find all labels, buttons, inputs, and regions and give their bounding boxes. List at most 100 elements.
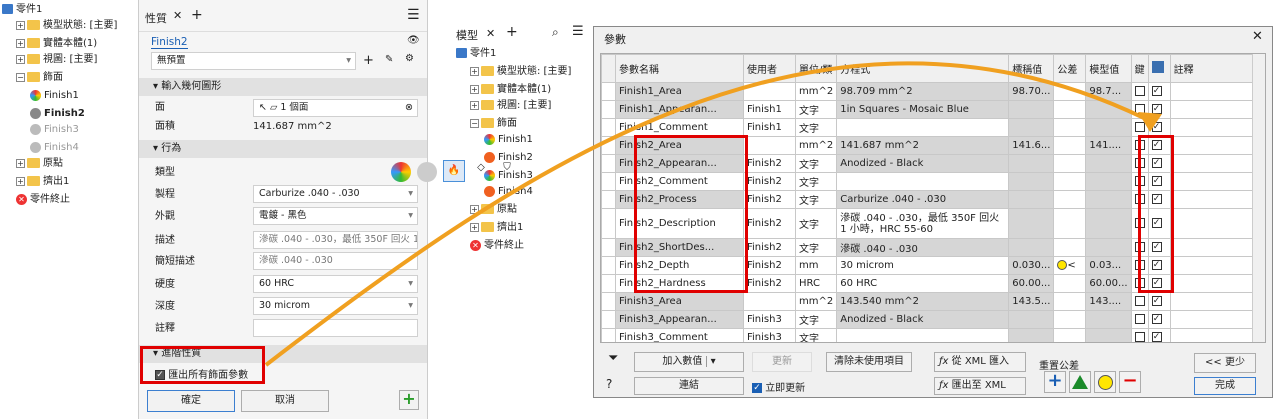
model-tree-item[interactable]: 零件1 [456,46,496,62]
param-key[interactable] [1130,100,1149,119]
table-row[interactable]: Finish3_Area mm^2 143.540 mm^2 143.5... 143.… [601,292,1255,311]
col-equation[interactable]: 方程式 [836,54,1010,83]
expand-icon[interactable]: + [16,54,25,64]
expand-icon[interactable]: + [16,20,25,30]
export-param-checkbox[interactable]: ✓ [1151,332,1162,342]
param-export[interactable]: ✓ [1147,328,1171,342]
param-tolerance[interactable] [1053,310,1087,329]
model-tree-item[interactable]: + 模型狀態: [主要] [470,64,571,80]
model-tree-item[interactable]: − 飾面 [470,116,517,132]
section-geometry[interactable]: ▾ 輸入幾何圖形 [139,78,427,96]
tolerance-nominal-icon[interactable] [1094,371,1116,393]
model-tree-item[interactable]: Finish4 [484,184,533,200]
tab-model[interactable]: 模型 [456,27,478,43]
tree-item[interactable]: − 飾面 [16,70,63,86]
param-equation[interactable]: 30 microm [836,256,1010,275]
section-behavior[interactable]: ▾ 行為 [139,140,427,158]
param-comment[interactable] [1169,154,1255,173]
face-selector[interactable]: ↖ ▱ 1 個面 ⊗ [253,99,418,117]
search-icon[interactable]: ⌕ [552,25,559,40]
param-key[interactable] [1130,118,1149,137]
add-model-tab-icon[interactable]: + [506,24,518,40]
expand-icon[interactable]: + [16,158,25,168]
key-checkbox[interactable] [1134,332,1145,342]
param-unit[interactable]: 文字 [794,238,838,257]
expand-icon[interactable]: − [16,72,25,82]
param-key[interactable] [1130,292,1149,311]
tolerance-lower-icon[interactable]: − [1119,371,1141,393]
description-field[interactable]: 滲碳 .040 - .030，最低 350F 回火 1 小 [253,231,418,249]
expand-icon[interactable]: + [470,66,479,76]
col-user[interactable]: 使用者 [743,54,796,83]
param-tolerance[interactable] [1053,100,1087,119]
col-name[interactable]: 參數名稱 [615,54,744,83]
param-equation[interactable]: Anodized - Black [836,154,1010,173]
expand-icon[interactable]: + [470,100,479,110]
param-comment[interactable] [1169,190,1255,209]
param-comment[interactable] [1169,100,1255,119]
grid-scrollbar[interactable] [1252,54,1265,342]
param-export[interactable]: ✓ [1147,100,1171,119]
param-key[interactable] [1130,328,1149,342]
tolerance-median-icon[interactable] [1069,371,1091,393]
done-button[interactable]: 完成 [1194,377,1256,395]
param-tolerance[interactable] [1053,238,1087,257]
model-tree-item[interactable]: + 視圖: [主要] [470,98,551,114]
tree-item[interactable]: Finish3 [30,122,79,138]
export-param-checkbox[interactable]: ✓ [1151,296,1162,306]
tree-item[interactable]: + 視圖: [主要] [16,52,97,68]
help-icon[interactable]: ? [606,377,612,391]
param-key[interactable] [1130,310,1149,329]
col-nominal[interactable]: 標稱值 [1008,54,1055,83]
tree-item[interactable]: ✕ 零件終止 [16,192,70,208]
param-tolerance[interactable] [1053,118,1087,137]
param-unit[interactable]: 文字 [794,172,838,191]
param-unit[interactable]: mm^2 [794,136,838,155]
table-row[interactable]: Finish1_Area mm^2 98.709 mm^2 98.70... 98.7.… [601,82,1255,101]
param-export[interactable]: ✓ [1147,118,1171,137]
param-unit[interactable]: 文字 [794,310,838,329]
tree-item[interactable]: + 擠出1 [16,174,69,190]
param-comment[interactable] [1169,238,1255,257]
tree-item[interactable]: Finish1 [30,88,79,104]
param-unit[interactable]: 文字 [794,208,838,239]
param-unit[interactable]: mm [794,256,838,275]
key-checkbox[interactable] [1134,104,1145,114]
dialog-close-icon[interactable]: ✕ [1252,29,1263,44]
col-tolerance[interactable]: 公差 [1053,54,1087,83]
export-param-checkbox[interactable]: ✓ [1151,86,1162,96]
col-export-icon[interactable] [1147,54,1171,83]
param-tolerance[interactable] [1053,328,1087,342]
param-unit[interactable]: mm^2 [794,292,838,311]
param-comment[interactable] [1169,82,1255,101]
table-row[interactable]: Finish1_Comment Finish1 文字 ✓ [601,118,1255,137]
param-equation[interactable] [836,172,1010,191]
comment-field[interactable] [253,319,418,337]
param-tolerance[interactable]: < [1053,256,1087,275]
param-name[interactable]: Finish3_Appearan... [615,310,744,329]
expand-icon[interactable]: + [16,176,25,186]
gear-icon[interactable]: ⚙ [405,53,414,64]
pipette-icon[interactable]: ✎ [385,54,393,65]
param-unit[interactable]: HRC [794,274,838,293]
param-tolerance[interactable] [1053,172,1087,191]
param-key[interactable] [1130,82,1149,101]
param-equation[interactable]: 98.709 mm^2 [836,82,1010,101]
col-unit[interactable]: 單位/類 [794,54,838,83]
model-tree-item[interactable]: + 實體本體(1) [470,82,551,98]
param-tolerance[interactable] [1053,82,1087,101]
param-export[interactable]: ✓ [1147,310,1171,329]
param-comment[interactable] [1169,208,1255,239]
expand-icon[interactable]: + [470,222,479,232]
depth-field[interactable]: 30 microm [253,297,418,315]
param-comment[interactable] [1169,328,1255,342]
param-comment[interactable] [1169,256,1255,275]
param-comment[interactable] [1169,118,1255,137]
param-name[interactable]: Finish3_Area [615,292,744,311]
export-xml-button[interactable]: ƒx 匯出至 XML [934,377,1026,395]
appearance-select[interactable]: 電鍍 - 黑色 [253,207,418,225]
table-row[interactable]: Finish3_Comment Finish3 文字 ✓ [601,328,1255,342]
hardness-field[interactable]: 60 HRC [253,275,418,293]
param-equation[interactable]: 滲碳 .040 - .030，最低 350F 回火 1 小時，HRC 55-60 [836,208,1010,239]
link-button[interactable]: 連結 [634,377,744,395]
